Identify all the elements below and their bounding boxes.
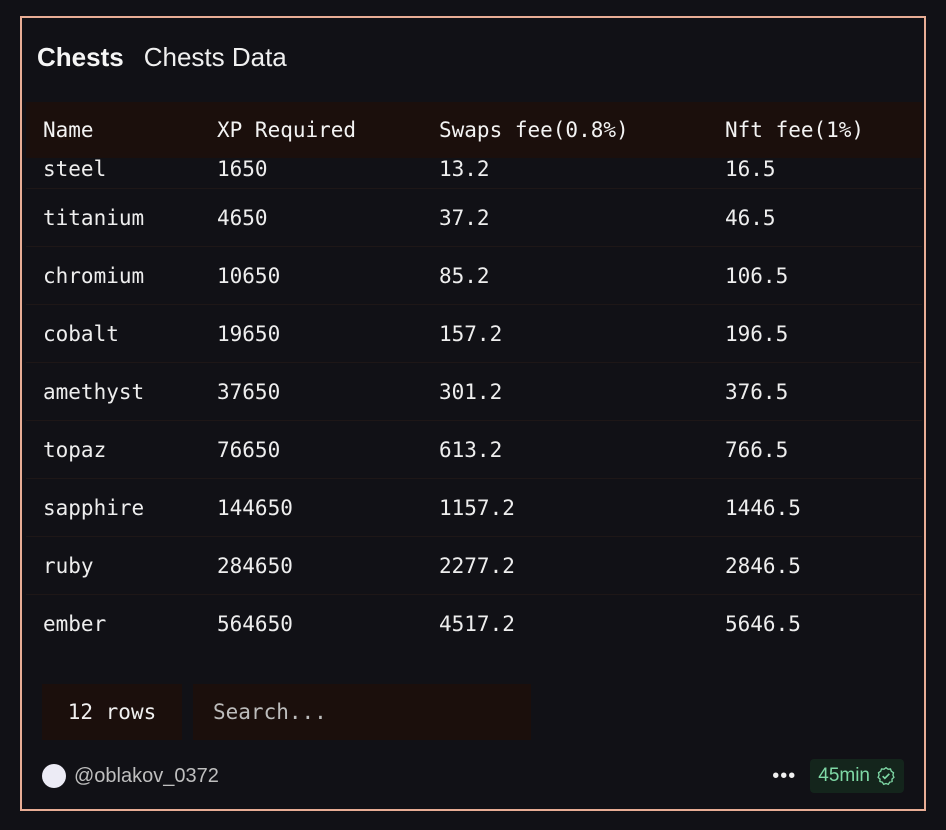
- table-cell-name: ember: [43, 611, 107, 636]
- verified-check-icon: [877, 766, 895, 786]
- table-cell-swaps-fee: 1157.2: [439, 495, 515, 520]
- refresh-time-badge[interactable]: 45min: [810, 759, 904, 793]
- table-cell-nft-fee: 5646.5: [725, 611, 801, 636]
- table-header-row: Name XP Required Swaps fee(0.8%) Nft fee…: [26, 102, 922, 158]
- table-cell-name: titanium: [43, 205, 145, 230]
- table-cell-nft-fee: 106.5: [725, 263, 789, 288]
- table-cell-nft-fee: 2846.5: [725, 553, 801, 578]
- table-cell-xp: 10650: [217, 263, 281, 288]
- table-cell-name: cobalt: [43, 321, 119, 346]
- table-cell-nft-fee: 1446.5: [725, 495, 801, 520]
- table-cell-name: steel: [43, 157, 107, 181]
- data-table-container[interactable]: Name XP Required Swaps fee(0.8%) Nft fee…: [26, 102, 922, 648]
- chests-table: Name XP Required Swaps fee(0.8%) Nft fee…: [26, 102, 922, 648]
- table-cell-swaps-fee: 4517.2: [439, 611, 515, 636]
- table-cell-nft-fee: 196.5: [725, 321, 789, 346]
- table-row: titanium 4650 37.2 46.5: [26, 189, 922, 247]
- table-cell-nft-fee: 376.5: [725, 379, 789, 404]
- table-cell-swaps-fee: 301.2: [439, 379, 503, 404]
- avatar: [42, 764, 66, 788]
- table-cell-name: topaz: [43, 437, 107, 462]
- search-input[interactable]: [193, 684, 531, 740]
- table-cell-xp: 76650: [217, 437, 281, 462]
- table-row: ruby 284650 2277.2 2846.5: [26, 537, 922, 595]
- chests-card: Chests Chests Data Name XP Required Swap…: [20, 16, 926, 811]
- table-cell-xp: 19650: [217, 321, 281, 346]
- table-cell-xp: 564650: [217, 611, 293, 636]
- table-cell-xp: 37650: [217, 379, 281, 404]
- table-cell-name: ruby: [43, 553, 94, 578]
- table-row: chromium 10650 85.2 106.5: [26, 247, 922, 305]
- author-handle: @oblakov_0372: [74, 764, 219, 787]
- table-row: steel 1650 13.2 16.5: [26, 158, 922, 189]
- table-cell-name: chromium: [43, 263, 145, 288]
- column-header-xp-required[interactable]: XP Required: [217, 102, 439, 158]
- table-cell-swaps-fee: 157.2: [439, 321, 503, 346]
- title-row: Chests Chests Data: [37, 42, 287, 73]
- table-cell-swaps-fee: 13.2: [439, 157, 490, 181]
- table-row: topaz 76650 613.2 766.5: [26, 421, 922, 479]
- table-cell-nft-fee: 16.5: [725, 157, 776, 181]
- table-cell-name: amethyst: [43, 379, 145, 404]
- more-icon[interactable]: •••: [772, 765, 796, 788]
- footer-actions: ••• 45min: [772, 759, 904, 793]
- table-body: steel 1650 13.2 16.5 titanium 4650 37.2 …: [26, 158, 922, 648]
- table-row: ember 564650 4517.2 5646.5: [26, 595, 922, 649]
- table-cell-swaps-fee: 85.2: [439, 263, 490, 288]
- table-cell-name: sapphire: [43, 495, 145, 520]
- row-count-button[interactable]: 12 rows: [42, 684, 182, 740]
- table-cell-xp: 4650: [217, 205, 268, 230]
- table-cell-swaps-fee: 613.2: [439, 437, 503, 462]
- table-cell-swaps-fee: 2277.2: [439, 553, 515, 578]
- refresh-time-label: 45min: [818, 765, 870, 786]
- table-cell-xp: 1650: [217, 157, 268, 181]
- page-title: Chests: [37, 42, 124, 72]
- table-cell-swaps-fee: 37.2: [439, 205, 490, 230]
- table-cell-nft-fee: 46.5: [725, 205, 776, 230]
- table-row: sapphire 144650 1157.2 1446.5: [26, 479, 922, 537]
- table-cell-nft-fee: 766.5: [725, 437, 789, 462]
- page-subtitle: Chests Data: [143, 42, 287, 72]
- table-cell-xp: 144650: [217, 495, 293, 520]
- table-row: cobalt 19650 157.2 196.5: [26, 305, 922, 363]
- column-header-nft-fee[interactable]: Nft fee(1%): [725, 102, 922, 158]
- table-controls: 12 rows: [42, 684, 531, 740]
- table-cell-xp: 284650: [217, 553, 293, 578]
- column-header-name[interactable]: Name: [26, 102, 217, 158]
- table-row: amethyst 37650 301.2 376.5: [26, 363, 922, 421]
- author-link[interactable]: @oblakov_0372: [42, 764, 219, 788]
- column-header-swaps-fee[interactable]: Swaps fee(0.8%): [439, 102, 725, 158]
